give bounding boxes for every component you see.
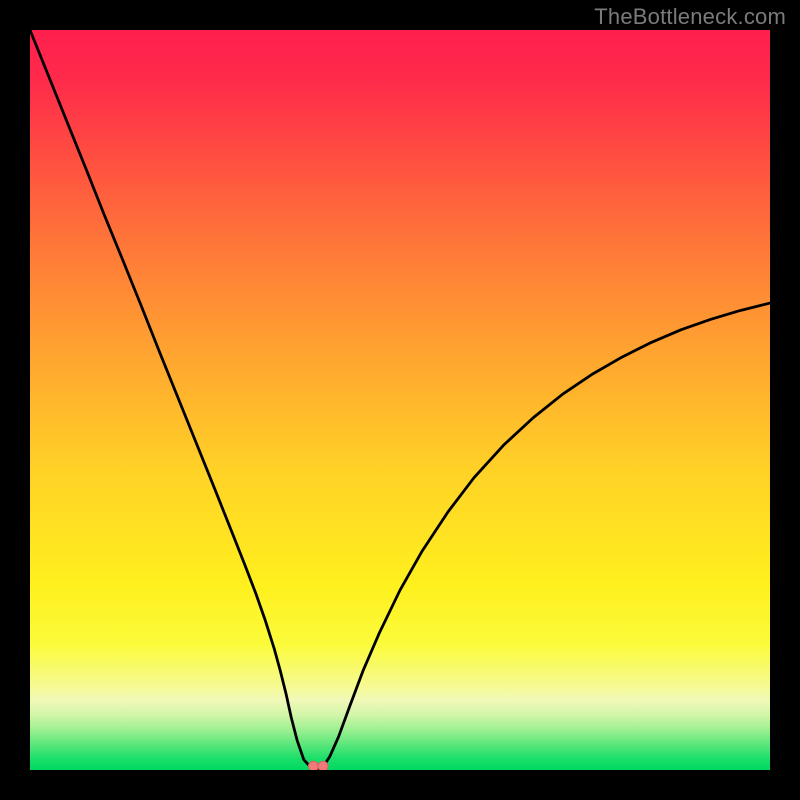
watermark-text: TheBottleneck.com — [594, 4, 786, 30]
chart-background — [30, 30, 770, 770]
image-frame: TheBottleneck.com — [0, 0, 800, 800]
bottleneck-chart — [0, 0, 800, 800]
marker-dot-1 — [308, 761, 318, 771]
marker-dot-2 — [318, 761, 328, 771]
